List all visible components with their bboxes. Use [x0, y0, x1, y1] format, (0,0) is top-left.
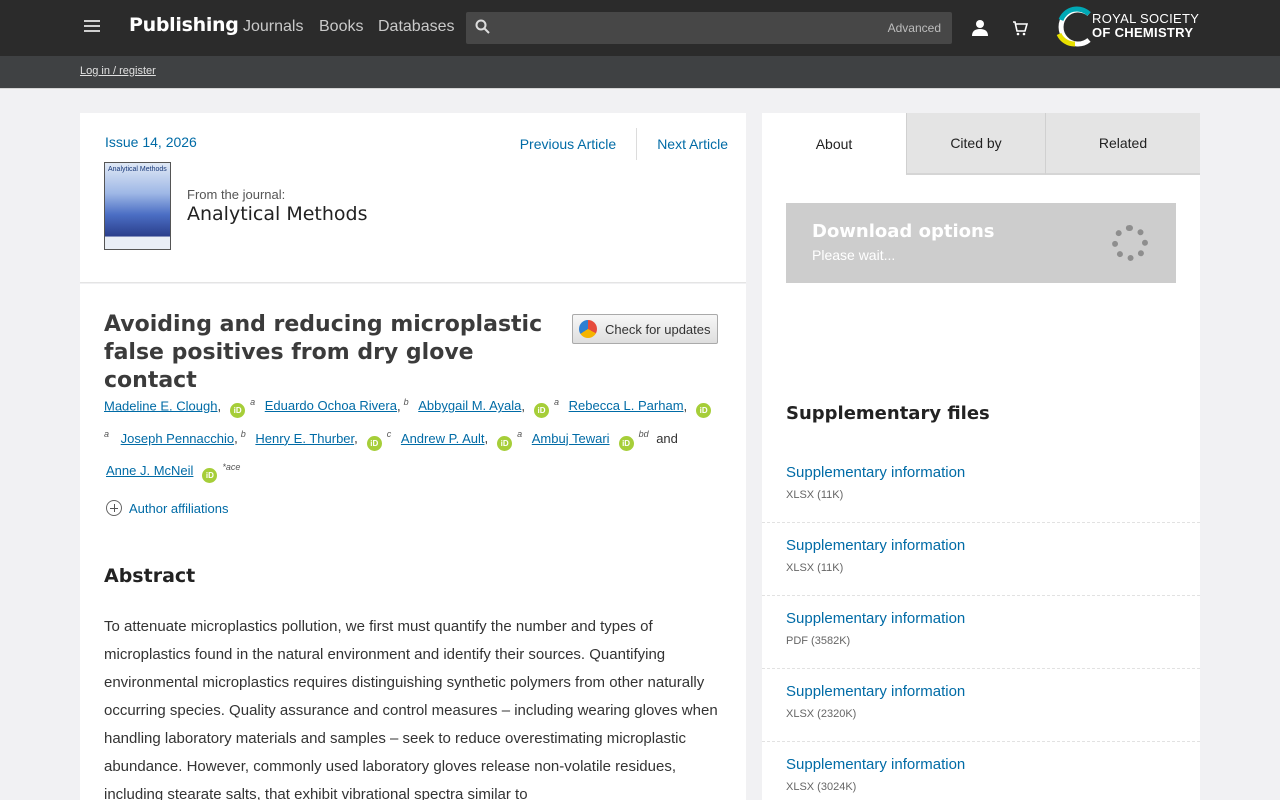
journal-cover-image[interactable]: Analytical Methods: [104, 162, 171, 250]
search-icon[interactable]: [474, 18, 492, 41]
list-item: Supplementary information XLSX (2320K): [762, 669, 1200, 742]
pager-divider: [636, 128, 638, 160]
list-item: Supplementary information XLSX (11K): [762, 450, 1200, 523]
author-affiliations-toggle[interactable]: Author affiliations: [106, 500, 229, 516]
top-navbar: Publishing Journals Books Databases Adva…: [0, 0, 1280, 56]
orcid-icon[interactable]: iD: [618, 435, 634, 451]
search-bar: Advanced: [466, 12, 952, 44]
from-journal-label: From the journal:: [187, 187, 286, 202]
download-options-button[interactable]: Download options Please wait...: [786, 203, 1176, 283]
author-affiliation-mark: b: [240, 429, 246, 440]
author-link[interactable]: Anne J. McNeil: [106, 463, 193, 478]
next-article-link[interactable]: Next Article: [657, 136, 728, 152]
crossmark-icon: [579, 320, 597, 338]
orcid-icon[interactable]: iD: [366, 435, 382, 451]
list-item: Supplementary information XLSX (3024K): [762, 742, 1200, 800]
tab-about[interactable]: About: [762, 113, 906, 175]
supplementary-file-meta: XLSX (2320K): [786, 708, 857, 720]
abstract-text: To attenuate microplastics pollution, we…: [104, 618, 718, 800]
author-link[interactable]: Joseph Pennacchio: [121, 431, 234, 446]
supplementary-files-list: Supplementary information XLSX (11K) Sup…: [762, 450, 1200, 800]
supplementary-file-meta: XLSX (11K): [786, 562, 844, 574]
author-affiliation-mark: bd: [638, 429, 649, 440]
journal-header-panel: Issue 14, 2026 Previous Article Next Art…: [80, 113, 746, 283]
author-affiliation-mark: a: [104, 429, 110, 440]
user-icon[interactable]: [971, 19, 989, 42]
cart-icon[interactable]: [1012, 20, 1029, 41]
orcid-icon[interactable]: iD: [696, 403, 712, 419]
author-affiliation-mark: a: [517, 429, 523, 440]
author-link[interactable]: Rebecca L. Parham: [569, 398, 684, 413]
download-options-status: Please wait...: [812, 247, 896, 263]
download-options-title: Download options: [812, 221, 995, 242]
article-pager: Previous Article Next Article: [520, 128, 728, 160]
issue-link[interactable]: Issue 14, 2026: [105, 134, 197, 150]
orcid-icon[interactable]: iD: [230, 403, 246, 419]
plus-circle-icon: [106, 500, 122, 516]
orcid-icon[interactable]: iD: [202, 467, 218, 483]
abstract-heading: Abstract: [104, 565, 196, 587]
supplementary-file-link[interactable]: Supplementary information: [786, 537, 1200, 554]
nav-books[interactable]: Books: [319, 18, 363, 36]
supplementary-file-meta: PDF (3582K): [786, 635, 851, 647]
rsc-logo[interactable]: ROYAL SOCIETY OF CHEMISTRY: [1055, 6, 1201, 48]
nav-databases[interactable]: Databases: [378, 18, 455, 36]
supplementary-files-heading: Supplementary files: [786, 403, 990, 424]
supplementary-file-link[interactable]: Supplementary information: [786, 683, 1200, 700]
menu-icon[interactable]: [84, 20, 100, 34]
sub-navbar: Log in / register: [0, 56, 1280, 89]
author-affiliation-mark: a: [553, 397, 559, 407]
list-item: Supplementary information XLSX (11K): [762, 523, 1200, 596]
article-title: Avoiding and reducing microplastic false…: [104, 312, 543, 393]
list-item: Supplementary information PDF (3582K): [762, 596, 1200, 669]
spinner-icon: [1112, 225, 1148, 261]
supplementary-file-link[interactable]: Supplementary information: [786, 464, 1200, 481]
author-link[interactable]: Ambuj Tewari: [532, 431, 610, 446]
orcid-icon[interactable]: iD: [533, 403, 549, 419]
tab-cited-by[interactable]: Cited by: [906, 113, 1045, 175]
advanced-search-link[interactable]: Advanced: [888, 21, 941, 35]
login-register-link[interactable]: Log in / register: [80, 65, 156, 77]
tab-related[interactable]: Related: [1045, 113, 1200, 175]
author-affiliation-mark: a: [250, 397, 256, 407]
check-for-updates-button[interactable]: Check for updates: [572, 314, 718, 344]
search-input[interactable]: [496, 12, 896, 44]
nav-journals[interactable]: Journals: [243, 18, 303, 36]
supplementary-file-meta: XLSX (11K): [786, 489, 844, 501]
article-panel: Avoiding and reducing microplastic false…: [80, 284, 746, 800]
author-link[interactable]: Abbygail M. Ayala: [418, 398, 521, 413]
supplementary-file-link[interactable]: Supplementary information: [786, 610, 1200, 627]
author-affiliations-label: Author affiliations: [129, 500, 229, 516]
author-link[interactable]: Madeline E. Clough: [104, 398, 217, 413]
author-link[interactable]: Henry E. Thurber: [255, 431, 354, 446]
author-link[interactable]: Andrew P. Ault: [401, 431, 485, 446]
author-affiliation-mark: c: [386, 429, 392, 440]
rsc-logo-text: ROYAL SOCIETY OF CHEMISTRY: [1092, 11, 1200, 40]
supplementary-file-link[interactable]: Supplementary information: [786, 756, 1200, 773]
sidebar-panel: About Cited by Related Download options …: [762, 113, 1200, 800]
author-affiliation-mark: *ace: [222, 461, 241, 472]
author-list: Madeline E. Clough, iDa Eduardo Ochoa Riv…: [104, 388, 724, 485]
author-affiliation-mark: b: [403, 397, 409, 407]
supplementary-file-meta: XLSX (3024K): [786, 781, 857, 793]
previous-article-link[interactable]: Previous Article: [520, 136, 616, 152]
journal-name[interactable]: Analytical Methods: [187, 203, 368, 225]
sidebar-tabs: About Cited by Related: [762, 113, 1200, 175]
brand-publishing[interactable]: Publishing: [129, 14, 239, 36]
author-link[interactable]: Eduardo Ochoa Rivera: [265, 398, 397, 413]
orcid-icon[interactable]: iD: [497, 435, 513, 451]
check-for-updates-label: Check for updates: [605, 321, 711, 337]
and-text: and: [656, 430, 678, 446]
cover-title: Analytical Methods: [108, 166, 167, 173]
